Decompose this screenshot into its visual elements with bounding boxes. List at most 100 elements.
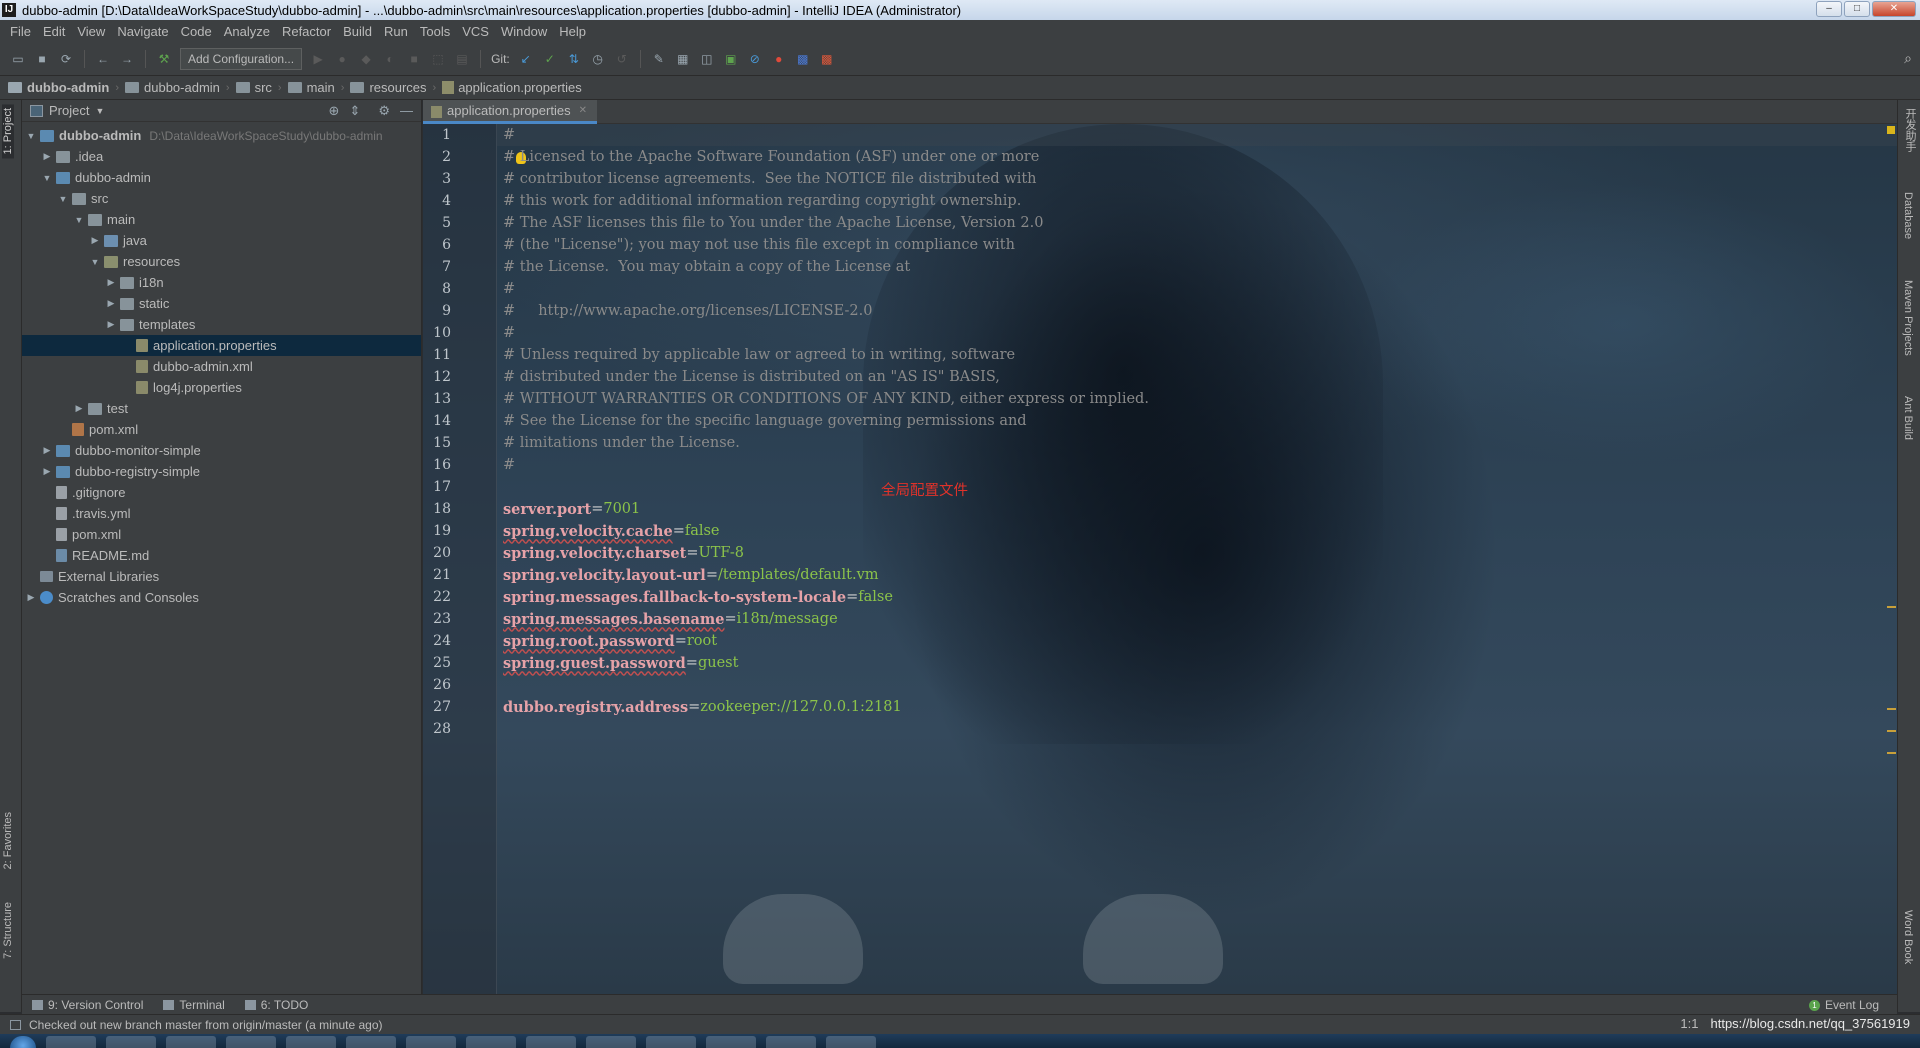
taskbar-app[interactable]	[346, 1036, 396, 1048]
tab-application-properties[interactable]: application.properties ✕	[423, 100, 597, 124]
tab-word-book[interactable]: Word Book	[1902, 910, 1914, 964]
tree-item-java[interactable]: ▶ java	[22, 230, 421, 251]
expanded-arrow-icon[interactable]: ▼	[40, 173, 54, 183]
tree-item-dubbo-admin-xml[interactable]: dubbo-admin.xml	[22, 356, 421, 377]
tree-item-main[interactable]: ▼ main	[22, 209, 421, 230]
maximize-button[interactable]: □	[1844, 1, 1870, 17]
tree-item-dubbo-registry-simple[interactable]: ▶ dubbo-registry-simple	[22, 461, 421, 482]
menu-view[interactable]: View	[71, 24, 111, 39]
build-hammer-icon[interactable]: ⚒	[155, 50, 173, 68]
menu-navigate[interactable]: Navigate	[111, 24, 174, 39]
project-structure-folder-icon[interactable]: ▦	[674, 50, 692, 68]
vcs-revert-icon[interactable]: ↺	[613, 50, 631, 68]
tree-item-idea[interactable]: ▶ .idea	[22, 146, 421, 167]
tree-item-scratches[interactable]: ▶ Scratches and Consoles	[22, 587, 421, 608]
minimize-button[interactable]: –	[1816, 1, 1842, 17]
breadcrumb-item[interactable]: resources	[350, 80, 427, 95]
stop-icon[interactable]: ■	[405, 50, 423, 68]
tree-item-test[interactable]: ▶ test	[22, 398, 421, 419]
collapse-all-icon[interactable]: ⇕	[349, 103, 360, 119]
tree-item-gitignore[interactable]: .gitignore	[22, 482, 421, 503]
caret-position[interactable]: 1:1	[1680, 1016, 1698, 1031]
taskbar-app[interactable]	[466, 1036, 516, 1048]
tab-maven-projects[interactable]: Maven Projects	[1902, 280, 1914, 356]
breadcrumb-item[interactable]: dubbo-admin	[8, 80, 109, 95]
tree-item-travis-yml[interactable]: .travis.yml	[22, 503, 421, 524]
plugin-c-icon[interactable]: ●	[770, 50, 788, 68]
tab-database[interactable]: Database	[1902, 192, 1914, 239]
hide-panel-icon[interactable]: —	[400, 103, 413, 119]
synchronize-icon[interactable]: ⟳	[57, 50, 75, 68]
tool-windows-toggle-icon[interactable]	[10, 1019, 21, 1030]
collapsed-arrow-icon[interactable]: ▶	[104, 319, 118, 330]
code-editor[interactable]: 1 # 2 # Licensed to the Apache Software Fo…	[423, 124, 1897, 994]
collapsed-arrow-icon[interactable]: ▶	[104, 298, 118, 309]
plugin-circle-icon[interactable]: ⊘	[746, 50, 764, 68]
vcs-commit-icon[interactable]: ✓	[541, 50, 559, 68]
tree-item-log4j-properties[interactable]: log4j.properties	[22, 377, 421, 398]
search-everywhere-icon[interactable]: ⌕	[1904, 50, 1912, 67]
menu-edit[interactable]: Edit	[37, 24, 71, 39]
menu-code[interactable]: Code	[175, 24, 218, 39]
error-stripe[interactable]	[1885, 124, 1897, 994]
tab-version-control[interactable]: 9: Version Control	[32, 998, 143, 1012]
tree-item-external-libraries[interactable]: External Libraries	[22, 566, 421, 587]
taskbar-app[interactable]	[46, 1036, 96, 1048]
attach-debugger-icon[interactable]: ⬚	[429, 50, 447, 68]
breadcrumb-item[interactable]: src	[235, 80, 272, 95]
event-log-button[interactable]: 1 Event Log	[1808, 998, 1879, 1012]
breadcrumb-item[interactable]: application.properties	[442, 80, 582, 95]
tab-ant-build[interactable]: Ant Build	[1902, 396, 1914, 440]
warning-marker[interactable]	[1887, 708, 1896, 710]
menu-window[interactable]: Window	[495, 24, 553, 39]
menu-tools[interactable]: Tools	[414, 24, 456, 39]
add-configuration-button[interactable]: Add Configuration...	[180, 47, 303, 70]
menu-help[interactable]: Help	[553, 24, 592, 39]
close-tab-icon[interactable]: ✕	[579, 105, 587, 116]
translate-alt-icon[interactable]: ▩	[818, 50, 836, 68]
menu-analyze[interactable]: Analyze	[218, 24, 276, 39]
tab-dev-helper[interactable]: 开发助手	[1902, 108, 1918, 152]
back-arrow-icon[interactable]: ←	[94, 50, 112, 68]
expanded-arrow-icon[interactable]: ▼	[24, 131, 38, 141]
taskbar-app[interactable]	[526, 1036, 576, 1048]
close-button[interactable]: ✕	[1872, 1, 1916, 17]
tab-terminal[interactable]: Terminal	[163, 998, 225, 1012]
tree-item-project-root[interactable]: ▼ dubbo-admin D:\Data\IdeaWorkSpaceStudy\d…	[22, 125, 421, 146]
project-view-selector[interactable]: Project ▼	[30, 103, 104, 118]
start-button[interactable]	[10, 1036, 36, 1048]
collapsed-arrow-icon[interactable]: ▶	[24, 592, 38, 603]
taskbar-app[interactable]	[286, 1036, 336, 1048]
menu-run[interactable]: Run	[378, 24, 414, 39]
menu-refactor[interactable]: Refactor	[276, 24, 337, 39]
warning-marker[interactable]	[1887, 752, 1896, 754]
expanded-arrow-icon[interactable]: ▼	[56, 194, 70, 204]
tree-item-i18n[interactable]: ▶ i18n	[22, 272, 421, 293]
save-all-icon[interactable]: ■	[33, 50, 51, 68]
collapsed-arrow-icon[interactable]: ▶	[40, 466, 54, 477]
taskbar-app[interactable]	[226, 1036, 276, 1048]
taskbar-app[interactable]	[406, 1036, 456, 1048]
vcs-update-icon[interactable]: ↙	[517, 50, 535, 68]
collapsed-arrow-icon[interactable]: ▶	[40, 151, 54, 162]
tree-item-pom-xml[interactable]: pom.xml	[22, 419, 421, 440]
taskbar-app[interactable]	[106, 1036, 156, 1048]
tab-structure[interactable]: 7: Structure	[2, 898, 14, 963]
locate-file-icon[interactable]: ⊕	[329, 103, 340, 119]
expanded-arrow-icon[interactable]: ▼	[88, 257, 102, 267]
taskbar-app[interactable]	[706, 1036, 756, 1048]
sdk-manager-icon[interactable]: ◫	[698, 50, 716, 68]
tree-item-src[interactable]: ▼ src	[22, 188, 421, 209]
database-icon[interactable]: ▣	[722, 50, 740, 68]
tree-item-dubbo-admin-module[interactable]: ▼ dubbo-admin	[22, 167, 421, 188]
taskbar-app[interactable]	[646, 1036, 696, 1048]
warning-marker[interactable]	[1887, 730, 1896, 732]
translate-icon[interactable]: ▩	[794, 50, 812, 68]
tree-item-root-pom-xml[interactable]: pom.xml	[22, 524, 421, 545]
taskbar-app[interactable]	[586, 1036, 636, 1048]
collapsed-arrow-icon[interactable]: ▶	[40, 445, 54, 456]
collapsed-arrow-icon[interactable]: ▶	[88, 235, 102, 246]
vcs-compare-icon[interactable]: ⇅	[565, 50, 583, 68]
taskbar-app[interactable]	[826, 1036, 876, 1048]
tab-todo[interactable]: 6: TODO	[244, 998, 308, 1012]
